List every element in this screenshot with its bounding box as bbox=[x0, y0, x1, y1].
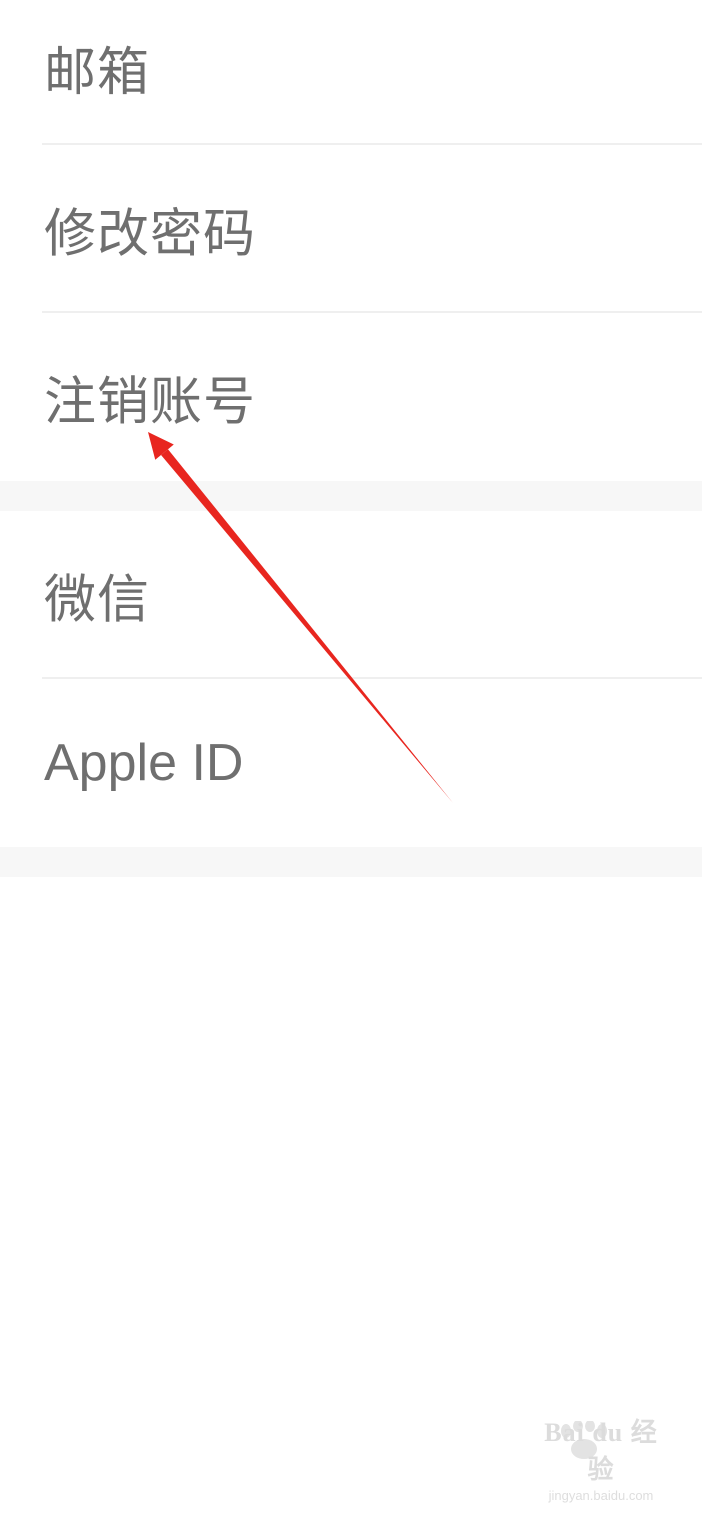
apple-id-label: Apple ID bbox=[44, 734, 244, 792]
change-password-label: 修改密码 bbox=[44, 204, 257, 265]
watermark-domain: jingyan.baidu.com bbox=[548, 1488, 654, 1503]
account-settings-group: 邮箱 修改密码 注销账号 bbox=[0, 0, 702, 481]
wechat-row[interactable]: 微信 bbox=[0, 511, 702, 679]
account-binding-group: 微信 Apple ID bbox=[0, 511, 702, 847]
section-gap bbox=[0, 481, 702, 511]
change-password-row[interactable]: 修改密码 bbox=[0, 145, 702, 313]
baidu-jingyan-watermark: Bai du 经验 jingyan.baidu.com bbox=[536, 1412, 666, 1503]
section-gap bbox=[0, 847, 702, 877]
email-row[interactable]: 邮箱 bbox=[0, 0, 702, 145]
wechat-label: 微信 bbox=[44, 570, 151, 631]
email-label: 邮箱 bbox=[44, 43, 151, 103]
close-account-label: 注销账号 bbox=[44, 372, 257, 433]
apple-id-row[interactable]: Apple ID bbox=[0, 679, 702, 847]
watermark-brand: Bai du 经验 bbox=[544, 1418, 658, 1484]
close-account-row[interactable]: 注销账号 bbox=[0, 313, 702, 481]
